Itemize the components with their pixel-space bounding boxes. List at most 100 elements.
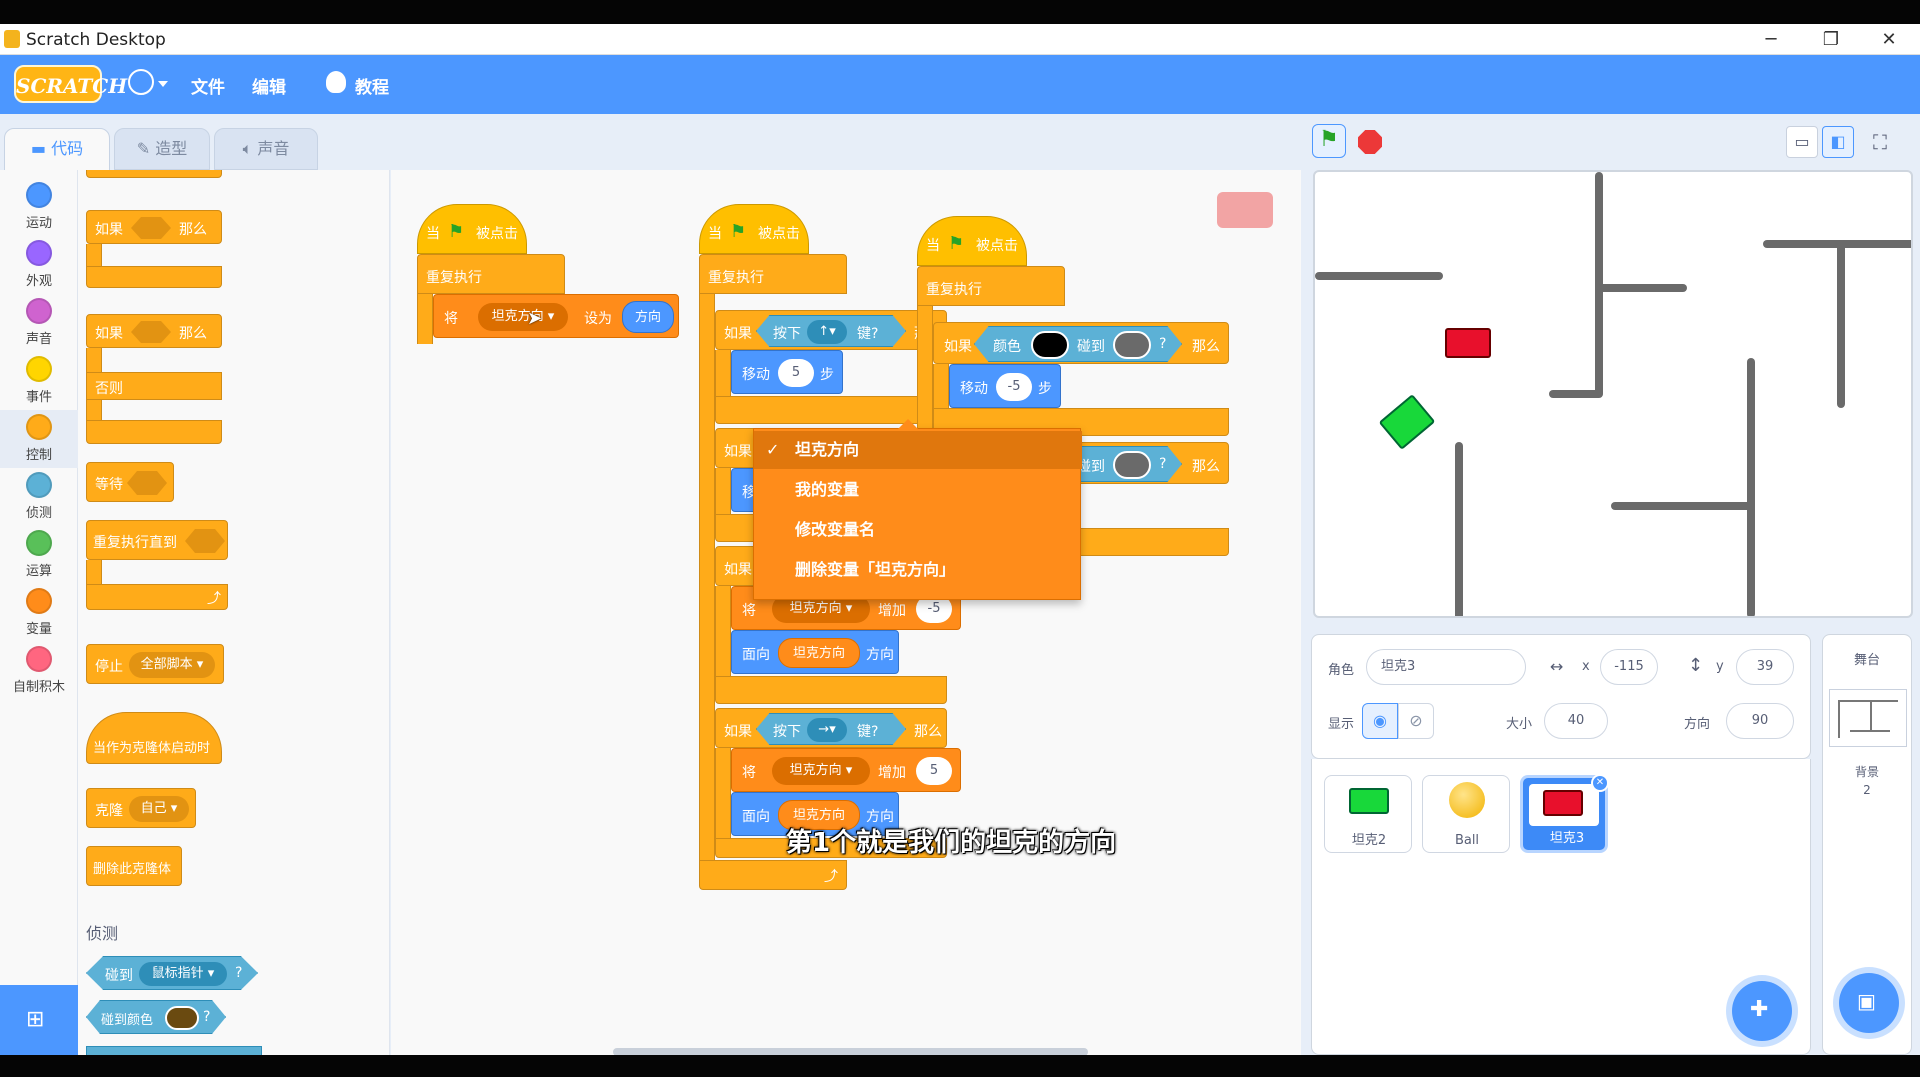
palette-delete-clone-label: 删除此克隆体 bbox=[93, 862, 172, 877]
stage-canvas[interactable] bbox=[1313, 170, 1913, 618]
dropdown-option-my-variable[interactable]: 我的变量 bbox=[754, 471, 1082, 509]
stage-selector-panel[interactable]: 舞台 背景 2 ▣ bbox=[1822, 634, 1912, 1055]
palette-create-clone[interactable]: 克隆 自己 ▾ bbox=[86, 788, 196, 828]
choose-backdrop-button[interactable]: ▣ bbox=[1839, 973, 1899, 1033]
key-option-dropdown[interactable]: →▾ bbox=[807, 718, 847, 742]
forever-block[interactable]: 重复执行 bbox=[917, 266, 1065, 306]
category-8[interactable]: 自制积木 bbox=[0, 642, 78, 700]
size-input[interactable]: 40 bbox=[1544, 703, 1608, 739]
stop-option-dropdown[interactable]: 全部脚本 ▾ bbox=[129, 652, 215, 678]
menu-tutorials[interactable]: 教程 bbox=[355, 73, 389, 98]
scratch-logo[interactable]: SCRATCH bbox=[14, 65, 127, 103]
forever-block[interactable]: 重复执行 bbox=[417, 254, 565, 294]
category-3[interactable]: 事件 bbox=[0, 352, 78, 410]
dropdown-option-tank-direction[interactable]: ✓ 坦克方向 bbox=[754, 431, 1082, 469]
if-color-touching-black[interactable]: 如果 颜色 碰到 ? 那么 bbox=[933, 322, 1229, 364]
change-set-label: 将 bbox=[742, 603, 756, 619]
move-steps-block[interactable]: 移动 5 步 bbox=[731, 350, 843, 394]
variable-dropdown[interactable]: 坦克方向 ▾ bbox=[772, 757, 870, 785]
when-flag-clicked-hat[interactable]: 当 ⚑ 被点击 bbox=[699, 204, 809, 254]
small-stage-button[interactable]: ▭ bbox=[1786, 126, 1818, 158]
green-flag-button[interactable]: ⚑ bbox=[1312, 124, 1346, 158]
key-option-dropdown[interactable]: ↑▾ bbox=[807, 320, 847, 344]
sprite-thumb-tank2[interactable]: 坦克2 bbox=[1324, 775, 1412, 853]
color-swatch[interactable] bbox=[165, 1006, 199, 1030]
key-pressed-up[interactable]: 按下 ↑▾ 键? bbox=[756, 315, 906, 347]
tab-sounds[interactable]: 🔈︎ 声音 bbox=[214, 128, 318, 170]
red-tank-sprite-icon[interactable] bbox=[1445, 328, 1491, 358]
change-variable-block[interactable]: 将 坦克方向 ▾ 增加 5 bbox=[731, 748, 961, 792]
category-0[interactable]: 运动 bbox=[0, 178, 78, 236]
color-touching-color[interactable]: 颜色 碰到 ? bbox=[974, 326, 1182, 362]
clone-option-dropdown[interactable]: 自己 ▾ bbox=[129, 796, 189, 822]
palette-block-fragment[interactable] bbox=[86, 170, 222, 178]
palette-repeat-until[interactable]: 重复执行直到 bbox=[86, 520, 228, 560]
move-steps-input[interactable]: -5 bbox=[996, 373, 1032, 401]
palette-stop[interactable]: 停止 全部脚本 ▾ bbox=[86, 644, 224, 684]
menu-edit[interactable]: 编辑 bbox=[252, 73, 286, 98]
change-by-input[interactable]: 5 bbox=[916, 757, 952, 785]
variable-dropdown[interactable]: 坦克方向 ▾ bbox=[478, 303, 568, 331]
language-globe-icon[interactable] bbox=[128, 69, 154, 95]
when-flag-clicked-hat[interactable]: 当 ⚑ 被点击 bbox=[917, 216, 1027, 266]
palette-delete-clone[interactable]: 删除此克隆体 bbox=[86, 846, 182, 886]
category-dot-icon bbox=[26, 182, 52, 208]
minimize-button[interactable]: ─ bbox=[1748, 26, 1794, 54]
direction-reporter[interactable]: 方向 bbox=[622, 301, 674, 333]
if-label: 如果 bbox=[944, 339, 972, 355]
palette-if-else[interactable]: 如果 那么 bbox=[86, 314, 222, 348]
color-swatch-black[interactable] bbox=[1031, 331, 1069, 359]
large-stage-button[interactable]: ◧ bbox=[1822, 126, 1854, 158]
point-direction-block[interactable]: 面向 坦克方向 方向 bbox=[731, 630, 899, 674]
sprite-thumb-ball[interactable]: Ball bbox=[1422, 775, 1510, 853]
sprite-name-input[interactable]: 坦克3 bbox=[1366, 649, 1526, 685]
forever-block[interactable]: 重复执行 bbox=[699, 254, 847, 294]
category-6[interactable]: 运算 bbox=[0, 526, 78, 584]
set-variable-block[interactable]: 将 坦克方向 ▾ 设为 方向 bbox=[433, 294, 679, 338]
y-input[interactable]: 39 bbox=[1736, 649, 1794, 685]
x-input[interactable]: -115 bbox=[1600, 649, 1658, 685]
category-2[interactable]: 声音 bbox=[0, 294, 78, 352]
move-steps-input[interactable]: 5 bbox=[778, 359, 814, 387]
key-pressed-right[interactable]: 按下 →▾ 键? bbox=[756, 713, 906, 745]
palette-block-fragment[interactable] bbox=[86, 1046, 262, 1055]
color-swatch-gray[interactable] bbox=[1113, 331, 1151, 359]
green-tank-sprite-icon[interactable] bbox=[1378, 394, 1436, 450]
color-swatch-gray[interactable] bbox=[1113, 451, 1151, 479]
stop-button[interactable] bbox=[1358, 130, 1382, 154]
restore-button[interactable]: ❐ bbox=[1808, 26, 1854, 54]
direction-input[interactable]: 90 bbox=[1726, 703, 1794, 739]
if-key-up-block[interactable]: 如果 按下 ↑▾ 键? 那么 bbox=[715, 310, 947, 350]
palette-when-clone[interactable]: 当作为克隆体启动时 bbox=[86, 712, 222, 764]
dropdown-option-delete[interactable]: 删除变量「坦克方向」 bbox=[754, 551, 1082, 589]
move-steps-block[interactable]: 移动 -5 步 bbox=[949, 364, 1061, 408]
sprite-thumb-tank3[interactable]: ✕ 坦克3 bbox=[1520, 774, 1609, 853]
close-button[interactable]: ✕ bbox=[1866, 26, 1912, 54]
palette-touching[interactable]: 碰到 鼠标指针 ▾ ? bbox=[86, 956, 258, 990]
category-7[interactable]: 变量 bbox=[0, 584, 78, 642]
screen-bottom-border bbox=[0, 1055, 1920, 1077]
palette-touching-color[interactable]: 碰到颜色 ? bbox=[86, 1000, 226, 1034]
touching-option-dropdown[interactable]: 鼠标指针 ▾ bbox=[139, 962, 227, 986]
hide-eye-slash-icon[interactable]: ⊘ bbox=[1398, 703, 1434, 739]
change-by-label: 增加 bbox=[878, 603, 906, 619]
palette-wait-until[interactable]: 等待 bbox=[86, 462, 174, 502]
dropdown-option-rename[interactable]: 修改变量名 bbox=[754, 511, 1082, 549]
category-label: 侦测 bbox=[25, 506, 52, 521]
delete-sprite-icon[interactable]: ✕ bbox=[1591, 774, 1609, 792]
category-dot-icon bbox=[26, 414, 52, 440]
if-key-right-block[interactable]: 如果 按下 →▾ 键? 那么 bbox=[715, 708, 947, 748]
show-visible-eye-icon[interactable]: ◉ bbox=[1362, 703, 1398, 739]
category-1[interactable]: 外观 bbox=[0, 236, 78, 294]
tab-costumes[interactable]: ✎ 造型 bbox=[114, 128, 210, 170]
choose-sprite-button[interactable]: ✚ bbox=[1732, 981, 1792, 1041]
palette-if-then[interactable]: 如果 那么 bbox=[86, 210, 222, 244]
when-flag-clicked-hat[interactable]: 当 ⚑ 被点击 bbox=[417, 204, 527, 254]
fullscreen-icon[interactable]: ⛶ bbox=[1864, 126, 1896, 158]
category-4[interactable]: 控制 bbox=[0, 410, 78, 468]
category-5[interactable]: 侦测 bbox=[0, 468, 78, 526]
add-extension-button[interactable]: ⊞ bbox=[0, 985, 78, 1055]
variable-reporter[interactable]: 坦克方向 bbox=[778, 638, 860, 668]
menu-file[interactable]: 文件 bbox=[191, 73, 225, 98]
tab-code[interactable]: ▬ 代码 bbox=[4, 128, 110, 174]
